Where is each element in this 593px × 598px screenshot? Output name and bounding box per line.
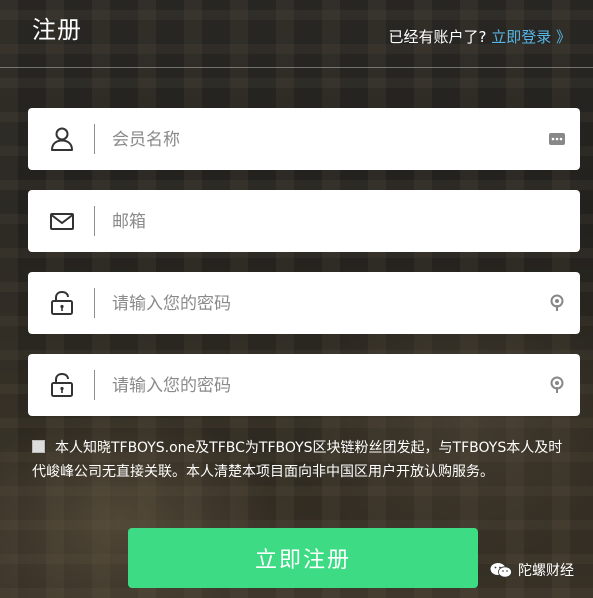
wechat-icon [490,563,512,578]
login-hint: 已经有账户了? 立即登录 》 [388,26,571,47]
key-icon[interactable] [548,294,566,312]
username-input[interactable] [110,120,534,160]
email-field[interactable] [28,190,580,252]
password-field[interactable] [28,272,580,334]
field-separator [94,206,95,236]
password-input[interactable] [110,284,534,324]
login-link[interactable]: 立即登录 》 [491,28,571,46]
header-divider [0,67,593,68]
user-icon [51,127,73,151]
lock-icon [51,290,73,315]
password-confirm-field[interactable] [28,354,580,416]
username-field[interactable] [28,108,580,170]
lock-icon [51,372,73,397]
agreement-text: 本人知晓TFBOYS.one及TFBC为TFBOYS区块链粉丝团发起，与TFBO… [32,440,563,480]
agreement-checkbox[interactable] [32,440,45,453]
autofill-icon[interactable] [548,130,566,148]
watermark-text: 陀螺财经 [518,563,574,579]
agreement: 本人知晓TFBOYS.one及TFBC为TFBOYS区块链粉丝团发起，与TFBO… [32,436,572,484]
email-input[interactable] [110,202,534,242]
has-account-text: 已经有账户了? [388,28,487,46]
field-separator [94,370,95,400]
field-separator [94,124,95,154]
password-confirm-input[interactable] [110,366,534,406]
mail-icon [50,213,74,230]
watermark: 陀螺财经 [490,560,574,580]
header: 注册 已经有账户了? 立即登录 》 [0,0,593,67]
page-title: 注册 [32,16,82,44]
key-icon[interactable] [548,376,566,394]
register-button[interactable]: 立即注册 [128,528,478,588]
field-separator [94,288,95,318]
